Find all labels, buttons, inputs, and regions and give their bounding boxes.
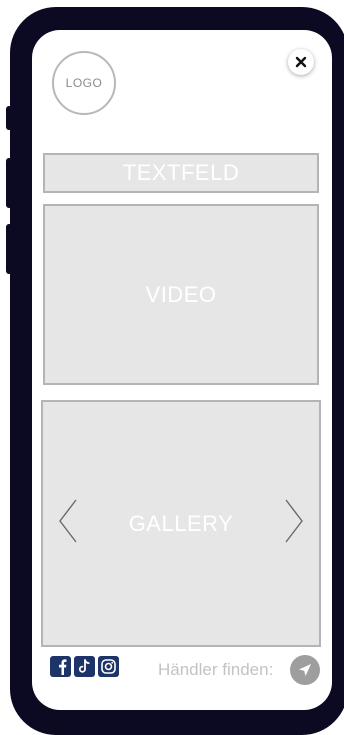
chevron-left-icon — [59, 499, 77, 543]
chevron-right-icon — [285, 499, 303, 543]
facebook-button[interactable] — [50, 656, 71, 677]
tiktok-icon — [78, 659, 90, 673]
logo-placeholder: LOGO — [52, 51, 116, 115]
volume-down-button — [6, 224, 14, 274]
video-placeholder[interactable]: VIDEO — [43, 204, 319, 385]
close-icon — [295, 56, 307, 68]
gallery-placeholder[interactable]: GALLERY — [41, 400, 321, 647]
tiktok-button[interactable] — [74, 656, 95, 677]
text-field-label: TEXTFELD — [122, 160, 240, 185]
mute-switch — [6, 106, 14, 130]
logo-text: LOGO — [65, 76, 103, 90]
video-label: VIDEO — [145, 281, 217, 307]
gallery-next-button[interactable] — [283, 498, 305, 544]
text-field-placeholder: TEXTFELD — [43, 153, 319, 193]
instagram-icon — [101, 659, 116, 674]
dealer-finder-label: Händler finden: — [158, 660, 274, 679]
gallery-label: GALLERY — [128, 510, 234, 536]
volume-up-button — [6, 158, 14, 208]
close-button[interactable] — [288, 49, 314, 75]
instagram-button[interactable] — [98, 656, 119, 677]
phone-screen: LOGO TEXTFELD VIDEO GALLERY Händler find… — [32, 30, 332, 710]
facebook-icon — [59, 659, 67, 675]
dealer-finder-button[interactable] — [290, 655, 320, 685]
navigation-arrow-icon — [299, 664, 311, 676]
gallery-prev-button[interactable] — [57, 498, 79, 544]
